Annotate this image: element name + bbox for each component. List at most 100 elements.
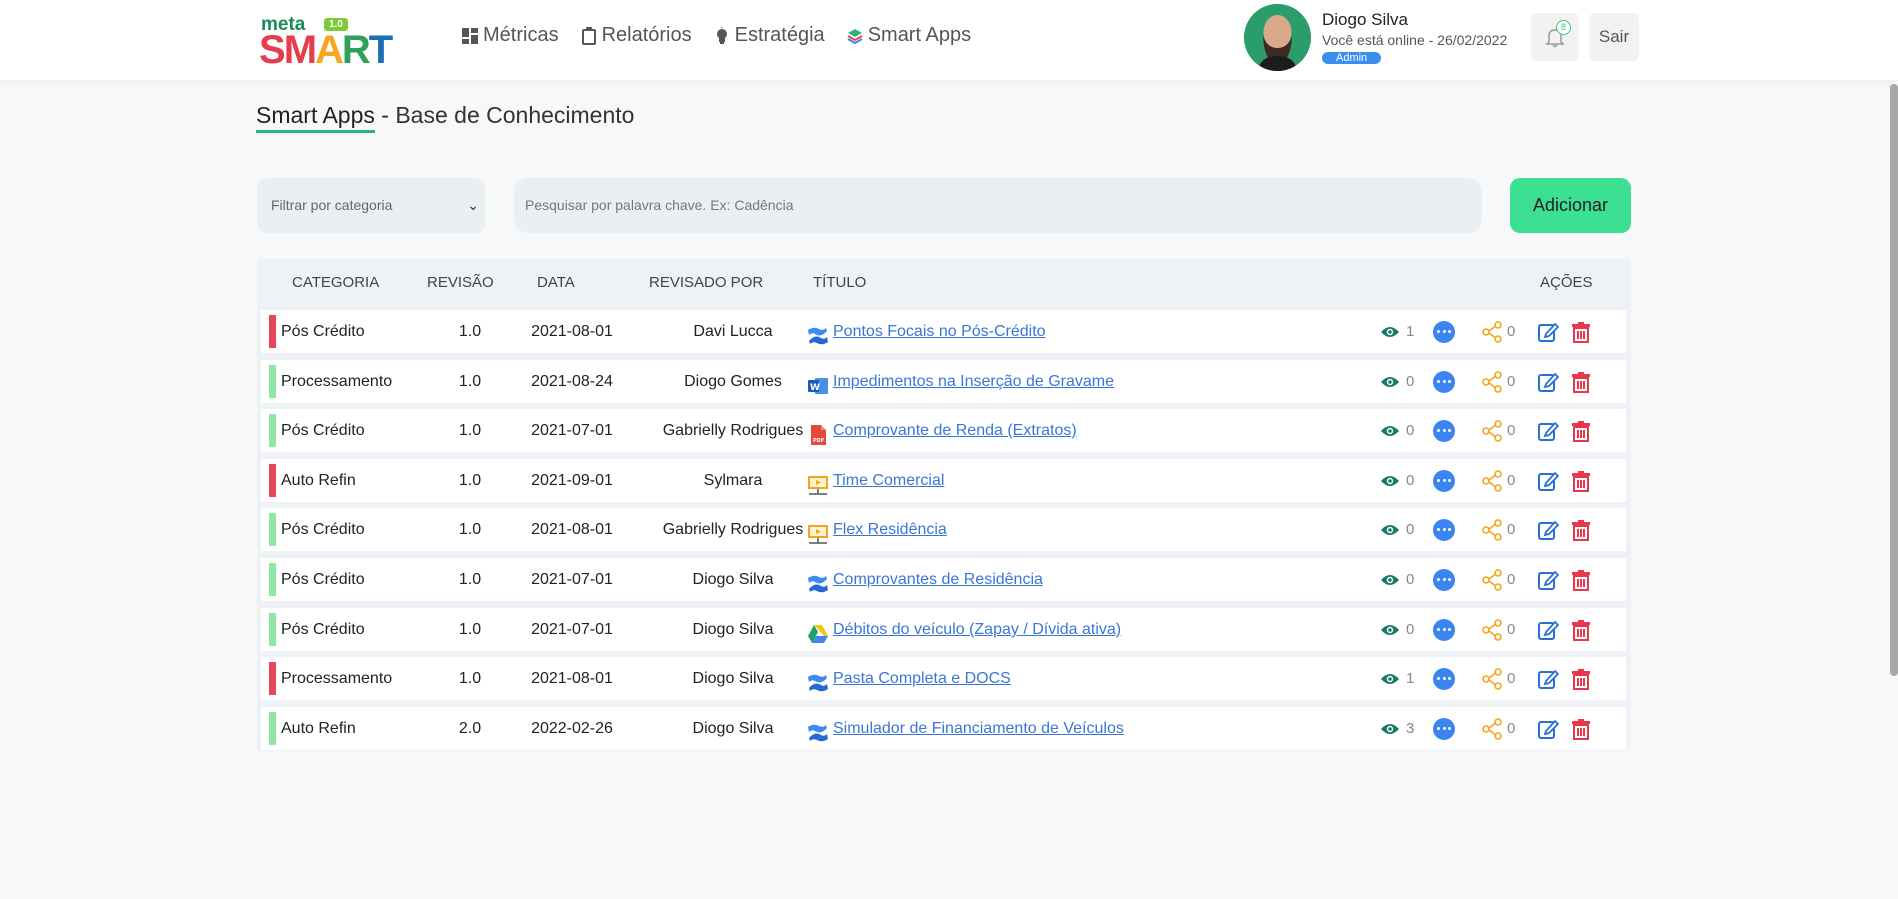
row-actions: 30 — [1380, 707, 1592, 750]
avatar-portrait-icon — [1244, 4, 1311, 71]
edit-icon[interactable] — [1537, 420, 1560, 442]
notifications-button[interactable]: 8 — [1531, 13, 1579, 61]
document-title-link[interactable]: Simulador de Financiamento de Veículos — [833, 707, 1124, 750]
shares-count: 0 — [1507, 621, 1516, 638]
nav-smart-apps[interactable]: Smart Apps — [847, 24, 971, 47]
share-counter[interactable]: 0 — [1481, 419, 1537, 442]
nav-relatorios[interactable]: Relatórios — [581, 24, 692, 47]
cell-revision: 1.0 — [458, 472, 482, 489]
trash-icon[interactable] — [1570, 718, 1592, 740]
edit-icon[interactable] — [1537, 718, 1560, 740]
views-counter[interactable]: 1 — [1380, 670, 1433, 687]
table-row: Processamento 1.0 2021-08-01 Diogo Silva Pas… — [261, 657, 1626, 700]
comment-icon[interactable] — [1433, 518, 1455, 541]
document-title-link[interactable]: Impedimentos na Inserção de Gravame — [833, 360, 1114, 403]
share-counter[interactable]: 0 — [1481, 568, 1537, 591]
trash-icon[interactable] — [1570, 321, 1592, 343]
cell-title: Comprovantes de Residência — [807, 558, 1043, 601]
user-info: Diogo Silva Você está online - 26/02/202… — [1322, 10, 1507, 66]
svg-text:PDF: PDF — [813, 438, 824, 444]
header-titulo[interactable]: TÍTULO — [813, 274, 866, 291]
trash-icon[interactable] — [1570, 668, 1592, 690]
comment-icon[interactable] — [1433, 618, 1455, 641]
comment-icon[interactable] — [1433, 667, 1455, 690]
presentation-icon — [807, 470, 829, 495]
document-title-link[interactable]: Time Comercial — [833, 459, 944, 502]
comment-icon[interactable] — [1433, 320, 1455, 343]
cell-title: Time Comercial — [807, 459, 944, 502]
category-status-bar — [269, 464, 276, 497]
edit-icon[interactable] — [1537, 619, 1560, 641]
shares-count: 0 — [1507, 521, 1516, 538]
views-count: 0 — [1406, 521, 1415, 538]
header-categoria[interactable]: CATEGORIA — [292, 274, 379, 291]
nav-metricas[interactable]: Métricas — [462, 24, 559, 47]
row-actions: 00 — [1380, 508, 1592, 551]
keyword-search-input[interactable]: Pesquisar por palavra chave. Ex: Cadênci… — [514, 178, 1482, 233]
main-nav: Métricas Relatórios Estratégia Smart App… — [462, 24, 971, 47]
edit-icon[interactable] — [1537, 668, 1560, 690]
trash-icon[interactable] — [1570, 619, 1592, 641]
category-filter-select[interactable]: Filtrar por categoria ⌄ — [257, 178, 485, 233]
views-count: 0 — [1406, 571, 1415, 588]
cell-revision: 1.0 — [458, 521, 482, 538]
share-counter[interactable]: 0 — [1481, 518, 1537, 541]
views-counter[interactable]: 3 — [1380, 720, 1433, 737]
add-button[interactable]: Adicionar — [1510, 178, 1631, 233]
share-counter[interactable]: 0 — [1481, 717, 1537, 740]
views-counter[interactable]: 0 — [1380, 621, 1433, 638]
user-avatar[interactable] — [1244, 4, 1311, 71]
comment-icon[interactable] — [1433, 717, 1455, 740]
share-counter[interactable]: 0 — [1481, 320, 1537, 343]
views-count: 0 — [1406, 621, 1415, 638]
trash-icon[interactable] — [1570, 470, 1592, 492]
edit-icon[interactable] — [1537, 519, 1560, 541]
edit-icon[interactable] — [1537, 321, 1560, 343]
views-counter[interactable]: 0 — [1380, 422, 1433, 439]
document-title-link[interactable]: Pasta Completa e DOCS — [833, 657, 1011, 700]
header-revisado-por[interactable]: REVISADO POR — [649, 274, 763, 291]
edit-icon[interactable] — [1537, 470, 1560, 492]
header-revisao[interactable]: REVISÃO — [427, 274, 494, 291]
share-counter[interactable]: 0 — [1481, 469, 1537, 492]
nav-estrategia[interactable]: Estratégia — [714, 24, 825, 47]
views-counter[interactable]: 0 — [1380, 472, 1433, 489]
nav-label: Smart Apps — [867, 24, 972, 46]
document-title-link[interactable]: Comprovante de Renda (Extratos) — [833, 409, 1077, 452]
logout-button[interactable]: Sair — [1589, 13, 1639, 61]
share-counter[interactable]: 0 — [1481, 667, 1537, 690]
page-title-separator: - — [374, 102, 396, 128]
header-data[interactable]: DATA — [537, 274, 575, 291]
document-title-link[interactable]: Pontos Focais no Pós-Crédito — [833, 310, 1046, 353]
meta-smart-logo[interactable]: meta 1.0 SMART — [259, 14, 393, 70]
views-counter[interactable]: 1 — [1380, 323, 1433, 340]
comment-icon[interactable] — [1433, 469, 1455, 492]
eye-icon — [1380, 424, 1400, 438]
trash-icon[interactable] — [1570, 519, 1592, 541]
edit-icon[interactable] — [1537, 371, 1560, 393]
share-icon — [1481, 667, 1503, 690]
trash-icon[interactable] — [1570, 371, 1592, 393]
user-profile[interactable]: Diogo Silva Você está online - 26/02/202… — [1244, 4, 1507, 71]
views-counter[interactable]: 0 — [1380, 373, 1433, 390]
document-title-link[interactable]: Flex Residência — [833, 508, 947, 551]
cell-title: Pontos Focais no Pós-Crédito — [807, 310, 1046, 353]
edit-icon[interactable] — [1537, 569, 1560, 591]
share-counter[interactable]: 0 — [1481, 618, 1537, 641]
page-scrollbar[interactable] — [1890, 84, 1898, 676]
user-name: Diogo Silva — [1322, 9, 1408, 29]
share-counter[interactable]: 0 — [1481, 370, 1537, 393]
comment-icon[interactable] — [1433, 568, 1455, 591]
table-row: Auto Refin 2.0 2022-02-26 Diogo Silva Simula… — [261, 707, 1626, 750]
comment-icon[interactable] — [1433, 419, 1455, 442]
cell-category: Auto Refin — [281, 472, 356, 489]
trash-icon[interactable] — [1570, 420, 1592, 442]
views-counter[interactable]: 0 — [1380, 521, 1433, 538]
comment-icon[interactable] — [1433, 370, 1455, 393]
views-counter[interactable]: 0 — [1380, 571, 1433, 588]
document-title-link[interactable]: Comprovantes de Residência — [833, 558, 1043, 601]
trash-icon[interactable] — [1570, 569, 1592, 591]
document-title-link[interactable]: Débitos do veículo (Zapay / Dívida ativa… — [833, 608, 1121, 651]
share-icon — [1481, 518, 1503, 541]
category-status-bar — [269, 563, 276, 596]
